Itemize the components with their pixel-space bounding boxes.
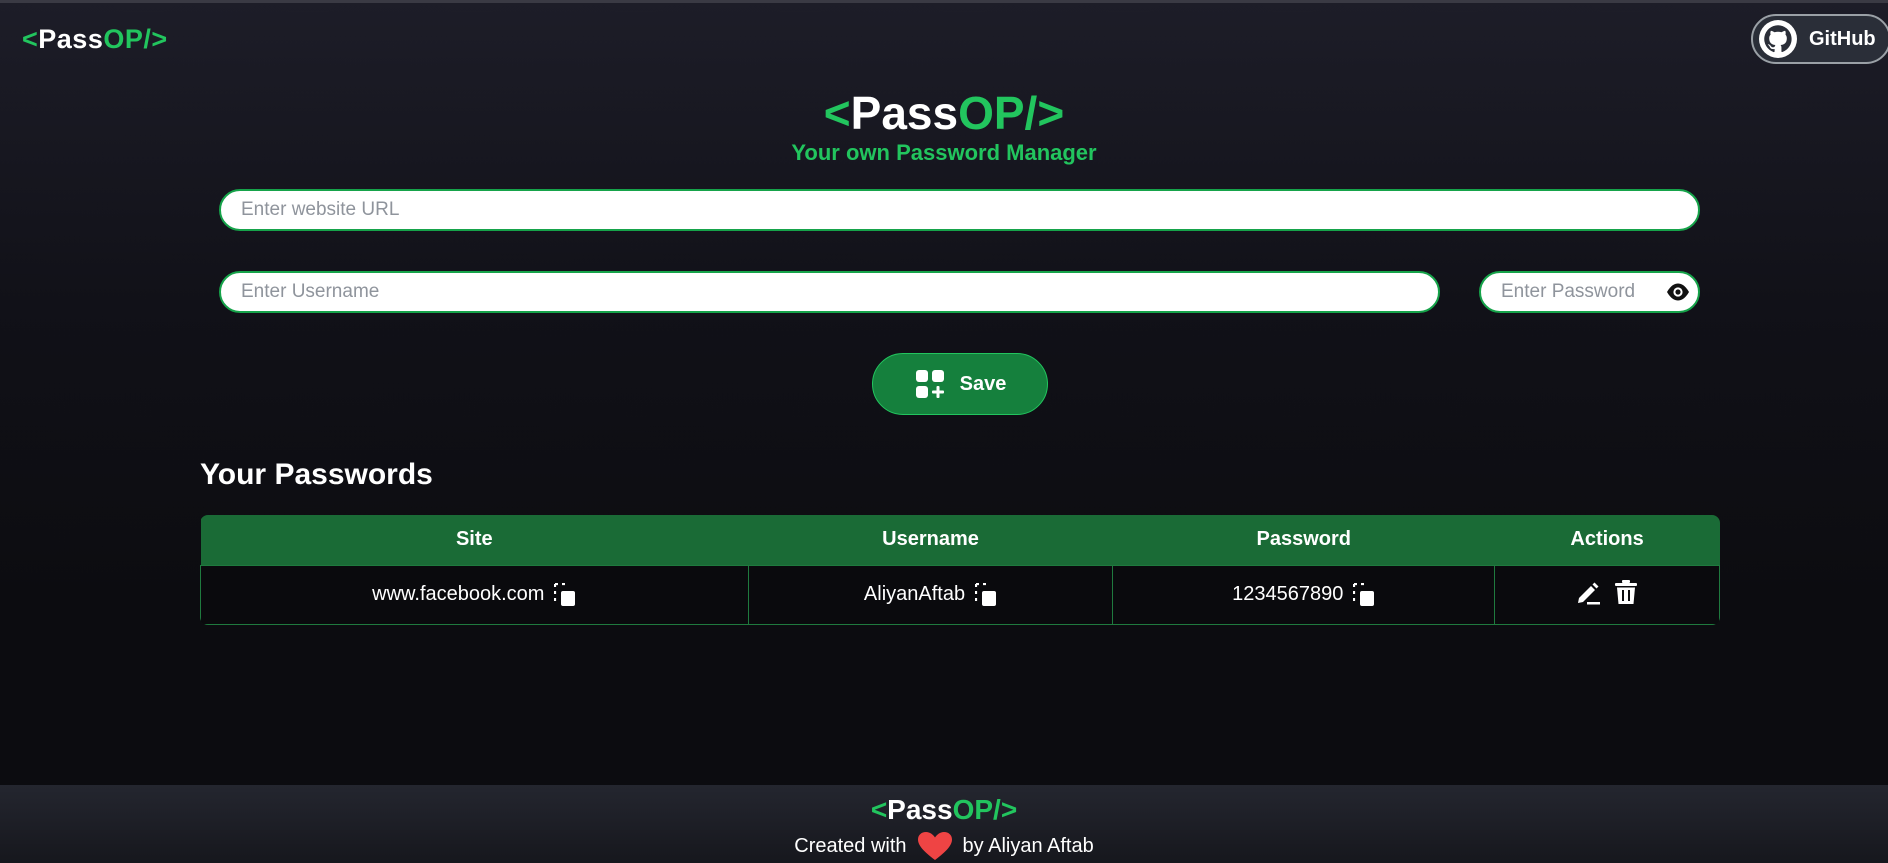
footer-pass: Pass [887, 794, 953, 825]
username-input[interactable] [219, 271, 1440, 313]
trash-icon[interactable] [1613, 579, 1639, 605]
title-op: OP/ [958, 87, 1038, 139]
column-header-username: Username [882, 528, 979, 551]
footer-bracket-open: < [870, 794, 888, 825]
save-button[interactable]: Save [872, 353, 1048, 415]
website-url-input[interactable] [219, 189, 1700, 231]
column-header-password: Password [1256, 528, 1351, 551]
logo-pass: Pass [38, 24, 104, 54]
actions-cell [1494, 564, 1720, 625]
username-cell: AliyanAftab [747, 564, 1114, 625]
edit-icon[interactable] [1575, 579, 1601, 605]
title-bracket-open: < [823, 87, 851, 139]
logo-op: OP/ [103, 24, 152, 54]
footer-author: by Aliyan Aftab [962, 834, 1094, 857]
page-subtitle: Your own Password Manager [791, 140, 1097, 165]
page-title: <PassOP/> [0, 86, 1888, 140]
table-row: www.facebook.com AliyanAftab 1234567890 [200, 564, 1720, 625]
copy-icon[interactable] [1353, 582, 1375, 607]
column-header-actions: Actions [1570, 528, 1644, 551]
site-value[interactable]: www.facebook.com [372, 583, 544, 606]
footer-credit: Created with by Aliyan Aftab [0, 831, 1888, 861]
passwords-table: Site Username Password Actions www.faceb… [200, 515, 1720, 625]
github-button[interactable]: GitHub [1751, 14, 1888, 64]
github-label: GitHub [1809, 27, 1876, 50]
copy-icon[interactable] [554, 582, 576, 607]
footer-created-with: Created with [794, 834, 907, 857]
title-bracket-close: > [1037, 87, 1065, 139]
footer-bracket-close: > [1000, 794, 1018, 825]
password-field [1479, 271, 1700, 313]
eye-icon[interactable] [1666, 282, 1690, 302]
add-grid-icon [915, 370, 944, 398]
title-pass: Pass [850, 87, 959, 139]
nav-logo[interactable]: <PassOP/> [22, 24, 168, 55]
logo-bracket-open: < [22, 24, 39, 54]
footer-op: OP/ [952, 794, 1001, 825]
table-header-row: Site Username Password Actions [200, 515, 1720, 565]
footer: <PassOP/> Created with by Aliyan Aftab [0, 785, 1888, 863]
password-value: 1234567890 [1232, 583, 1344, 605]
site-cell: www.facebook.com [200, 564, 749, 625]
footer-logo: <PassOP/> [0, 794, 1888, 826]
password-cell: 1234567890 [1112, 564, 1496, 625]
column-header-site: Site [455, 528, 493, 551]
github-icon [1759, 20, 1797, 58]
window-top-border [0, 0, 1888, 3]
passwords-heading: Your Passwords [200, 458, 433, 491]
logo-bracket-close: > [151, 24, 168, 54]
copy-icon[interactable] [975, 582, 997, 607]
heart-icon [917, 832, 952, 860]
username-value: AliyanAftab [863, 583, 966, 605]
save-label: Save [959, 372, 1007, 395]
